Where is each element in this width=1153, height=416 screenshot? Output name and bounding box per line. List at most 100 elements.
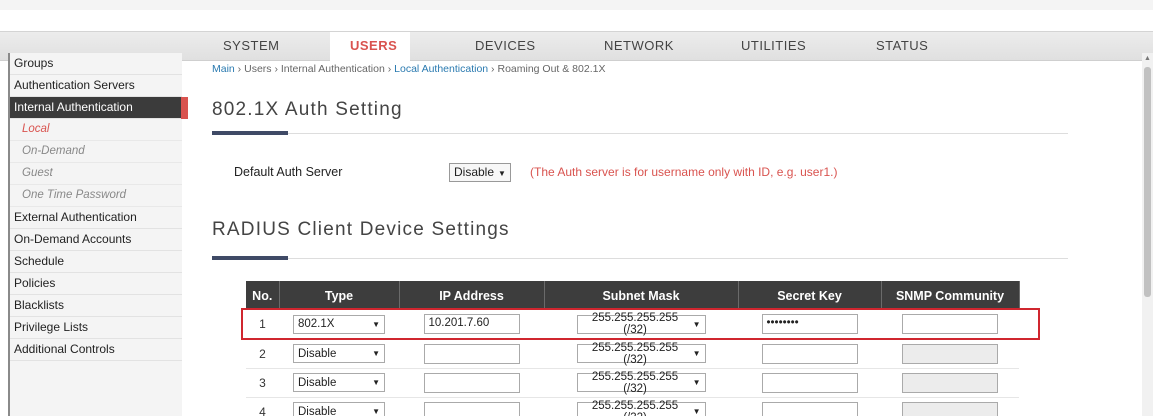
chevron-down-icon: ▼ <box>692 378 701 387</box>
mask-value: 255.255.255.255 (/32) <box>591 312 679 337</box>
row-number: 1 <box>246 310 279 340</box>
mask-cell: 255.255.255.255 (/32) ▼ <box>544 339 738 369</box>
tab-system[interactable]: SYSTEM <box>223 38 279 53</box>
tab-devices[interactable]: DEVICES <box>475 38 536 53</box>
type-value: Disable <box>298 347 337 360</box>
type-value: 802.1X <box>298 318 335 331</box>
default-auth-select[interactable]: Disable ▼ <box>449 163 511 182</box>
ip-cell: 10.201.7.60 <box>399 310 544 340</box>
sidebar-item-on-demand-accounts[interactable]: On-Demand Accounts <box>10 229 182 251</box>
chevron-down-icon: ▼ <box>372 407 380 416</box>
mask-cell: 255.255.255.255 (/32) ▼ <box>544 310 738 340</box>
scroll-up-arrow-icon[interactable]: ▲ <box>1144 55 1151 62</box>
header-secret-key: Secret Key <box>738 281 882 310</box>
default-auth-value: Disable <box>454 165 495 179</box>
ip-cell <box>399 397 544 416</box>
ip-address-input[interactable] <box>423 343 520 364</box>
sidebar-item-groups[interactable]: Groups <box>10 53 182 75</box>
tab-utilities[interactable]: UTILITIES <box>741 38 806 53</box>
secret-cell: •••••••• <box>738 310 881 340</box>
type-select[interactable]: Disable ▼ <box>293 344 385 363</box>
table-row: 2 Disable ▼ 255.255.255.255 (/32) ▼ <box>246 339 1019 369</box>
type-cell: Disable ▼ <box>279 368 399 398</box>
snmp-cell <box>881 397 1019 416</box>
mask-cell: 255.255.255.255 (/32) ▼ <box>544 368 738 398</box>
secret-key-input[interactable] <box>761 372 858 393</box>
radius-client-table: No. Type IP Address Subnet Mask Secret K… <box>246 281 1020 416</box>
section-accent <box>212 131 288 135</box>
header-type: Type <box>279 281 400 310</box>
sidebar-item-policies[interactable]: Policies <box>10 273 182 295</box>
chevron-down-icon: ▼ <box>692 319 701 329</box>
snmp-community-input[interactable] <box>902 314 998 335</box>
sidebar-item-authentication-servers[interactable]: Authentication Servers <box>10 75 182 97</box>
vertical-scrollbar[interactable]: ▲ <box>1142 53 1153 416</box>
page: SYSTEM USERS DEVICES NETWORK UTILITIES S… <box>0 0 1153 416</box>
sidebar-subitem-one-time-password[interactable]: One Time Password <box>10 185 182 207</box>
type-cell: Disable ▼ <box>279 339 399 369</box>
auth-section-title: 802.1X Auth Setting <box>212 99 403 120</box>
snmp-cell <box>881 310 1019 340</box>
type-cell: Disable ▼ <box>279 397 399 416</box>
subnet-mask-select[interactable]: 255.255.255.255 (/32) ▼ <box>576 312 706 337</box>
header-ip-address: IP Address <box>399 281 545 310</box>
secret-cell <box>738 339 881 369</box>
secret-key-input[interactable] <box>761 401 858 416</box>
breadcrumb-internal: Internal Authentication <box>280 63 385 75</box>
default-auth-row: Default Auth Server Disable ▼ (The Auth s… <box>234 163 1034 183</box>
chevron-down-icon: ▼ <box>692 349 701 358</box>
ip-address-input[interactable] <box>423 401 520 416</box>
sidebar-item-internal-authentication[interactable]: Internal Authentication <box>10 97 188 119</box>
ip-cell <box>399 368 544 398</box>
sidebar-subitem-guest[interactable]: Guest <box>10 163 182 185</box>
header-subnet-mask: Subnet Mask <box>544 281 739 310</box>
ip-address-input[interactable] <box>423 372 520 393</box>
breadcrumb-local-link[interactable]: Local Authentication <box>394 63 488 75</box>
type-select[interactable]: Disable ▼ <box>293 373 385 392</box>
sidebar-item-blacklists[interactable]: Blacklists <box>10 295 182 317</box>
type-select[interactable]: 802.1X ▼ <box>293 314 385 334</box>
table-header-row: No. Type IP Address Subnet Mask Secret K… <box>246 281 1020 310</box>
scrollbar-thumb[interactable] <box>1144 67 1151 297</box>
breadcrumb-separator: › <box>234 63 245 75</box>
row-number: 4 <box>246 397 279 416</box>
snmp-community-input <box>902 343 998 364</box>
breadcrumb-separator: › <box>271 63 281 75</box>
type-value: Disable <box>298 405 337 416</box>
type-value: Disable <box>298 376 337 389</box>
table-row: 4 Disable ▼ 255.255.255.255 (/32) ▼ <box>246 397 1019 416</box>
subnet-mask-select[interactable]: 255.255.255.255 (/32) ▼ <box>576 399 706 416</box>
auth-section-divider <box>212 131 1068 135</box>
sidebar-subitem-on-demand[interactable]: On-Demand <box>10 141 182 163</box>
chevron-down-icon: ▼ <box>372 319 380 329</box>
sidebar-subitem-local[interactable]: Local <box>10 119 182 141</box>
secret-key-input[interactable] <box>761 343 858 364</box>
row-number: 3 <box>246 368 279 398</box>
breadcrumb-current: Roaming Out & 802.1X <box>497 63 606 75</box>
mask-value: 255.255.255.255 (/32) <box>591 370 679 395</box>
subnet-mask-select[interactable]: 255.255.255.255 (/32) ▼ <box>576 370 706 395</box>
snmp-cell <box>881 339 1019 369</box>
secret-key-input[interactable]: •••••••• <box>761 314 858 335</box>
sidebar-item-privilege-lists[interactable]: Privilege Lists <box>10 317 182 339</box>
subnet-mask-select[interactable]: 255.255.255.255 (/32) ▼ <box>576 342 706 366</box>
sidebar-item-additional-controls[interactable]: Additional Controls <box>10 339 182 361</box>
table-row: 1 802.1X ▼ 10.201.7.60 255.255.255.255 (/… <box>246 310 1019 340</box>
type-select[interactable]: Disable ▼ <box>293 402 385 416</box>
secret-cell <box>738 368 881 398</box>
mask-value: 255.255.255.255 (/32) <box>591 399 679 416</box>
sidebar-item-schedule[interactable]: Schedule <box>10 251 182 273</box>
breadcrumb: Main › Users › Internal Authentication ›… <box>212 63 605 75</box>
breadcrumb-separator: › <box>384 63 395 75</box>
snmp-community-input <box>902 401 998 416</box>
type-cell: 802.1X ▼ <box>279 310 399 340</box>
sidebar-item-external-authentication[interactable]: External Authentication <box>10 207 182 229</box>
tab-status[interactable]: STATUS <box>876 38 928 53</box>
snmp-community-input <box>902 372 998 393</box>
ip-address-input[interactable]: 10.201.7.60 <box>423 314 520 335</box>
tab-users[interactable]: USERS <box>337 31 410 61</box>
snmp-cell <box>881 368 1019 398</box>
tab-network[interactable]: NETWORK <box>604 38 674 53</box>
breadcrumb-users: Users <box>244 63 272 75</box>
breadcrumb-main-link[interactable]: Main <box>212 63 235 75</box>
